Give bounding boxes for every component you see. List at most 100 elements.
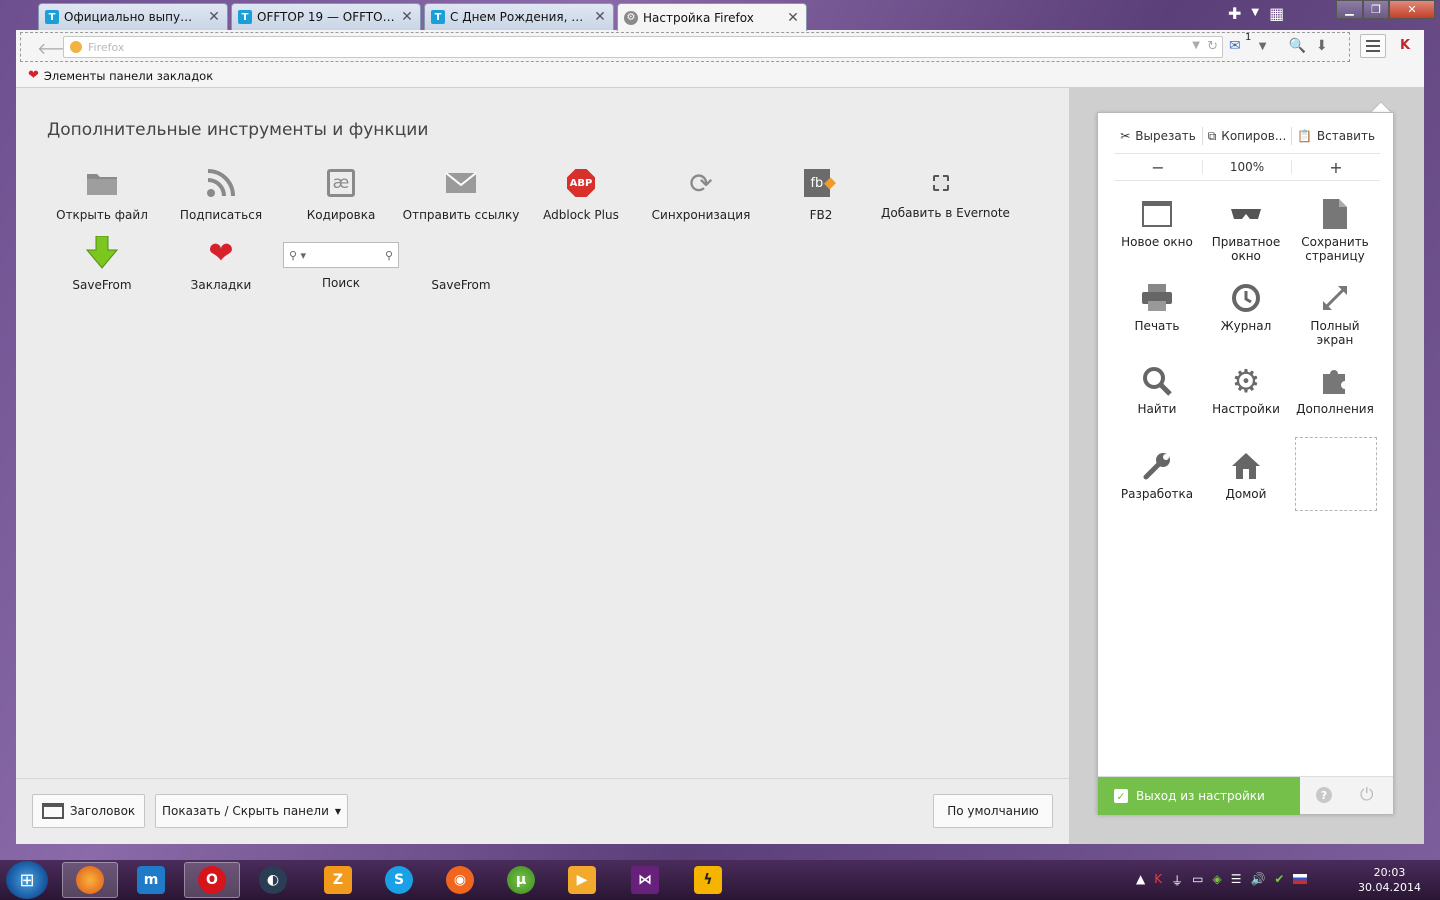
network-icon[interactable]: ▭ (1192, 872, 1203, 889)
kaspersky-icon[interactable]: K (1400, 38, 1410, 53)
save-page-button[interactable]: Сохранить страницу (1290, 197, 1380, 263)
taskbar-lightning[interactable]: ϟ (680, 862, 736, 898)
taskbar-visual-studio[interactable]: ⋈ (617, 862, 673, 898)
minimize-button[interactable]: ▁ (1336, 0, 1363, 19)
restore-defaults-button[interactable]: По умолчанию (933, 794, 1053, 828)
cut-button[interactable]: ✂ Вырезать (1114, 125, 1202, 147)
offtop-icon: T (431, 10, 445, 24)
close-icon[interactable]: ✕ (593, 9, 607, 25)
print-button[interactable]: Печать (1112, 281, 1202, 333)
customization-palette: Дополнительные инструменты и функции Отк… (16, 88, 1069, 778)
mail-icon[interactable]: ✉ 1 (1229, 32, 1251, 54)
window-icon (41, 803, 64, 819)
tab-groups-icon[interactable]: ▦ (1269, 4, 1284, 23)
close-icon[interactable]: ✕ (207, 9, 221, 25)
firefox-icon (70, 41, 82, 53)
menu-button[interactable] (1360, 34, 1386, 58)
new-tab-icon[interactable]: ✚ (1228, 4, 1241, 23)
chevron-down-icon[interactable]: ▼ (1259, 41, 1267, 52)
taskbar-skype[interactable]: S (371, 862, 427, 898)
show-hidden-icons-icon[interactable]: ▲ (1136, 872, 1145, 889)
url-bar[interactable]: Firefox ▼ ↻ (63, 36, 1223, 58)
close-icon[interactable]: ✕ (786, 10, 800, 26)
home-button[interactable]: Домой (1201, 449, 1291, 501)
start-button[interactable]: ⊞ (6, 861, 48, 899)
palette-item-email-link[interactable]: Отправить ссылку (401, 166, 521, 222)
clock[interactable]: 20:03 30.04.2014 (1358, 865, 1421, 895)
zoom-reset-button[interactable]: 100% (1202, 160, 1292, 174)
addons-button[interactable]: Дополнения (1290, 364, 1380, 416)
tab-1[interactable]: T Официально выпущен ... ✕ (38, 3, 228, 30)
palette-label: Отправить ссылку (402, 208, 520, 222)
system-tray: ▲ K ⏚ ▭ ◈ ☰ 🔊 ✔ (1136, 872, 1308, 889)
close-window-button[interactable]: ✕ (1389, 0, 1435, 19)
palette-label: Подписаться (179, 208, 263, 222)
taskbar-maxthon[interactable]: m (123, 862, 179, 898)
usb-icon[interactable]: ⏚ (1171, 872, 1183, 889)
tab-list-icon[interactable]: ▼ (1251, 7, 1259, 23)
taskbar-origin[interactable]: ◉ (432, 862, 488, 898)
rss-icon (204, 166, 238, 200)
palette-label: Кодировка (306, 208, 376, 222)
toolbars-button[interactable]: Показать / Скрыть панели ▼ (155, 794, 348, 828)
palette-item-savefrom[interactable]: SaveFrom (42, 236, 162, 292)
search-box: ⚲ ▾ ⚲ (283, 242, 399, 268)
tab-3[interactable]: T С Днем Рождения, Рост... ✕ (424, 3, 614, 30)
palette-item-evernote[interactable]: Добавить в Evernote (881, 166, 1010, 220)
title-bar-button[interactable]: Заголовок (32, 794, 145, 828)
private-window-button[interactable]: Приватное окно (1201, 197, 1291, 263)
taskbar-opera[interactable]: O (184, 862, 240, 898)
check-tray-icon[interactable]: ✔ (1274, 872, 1284, 889)
copy-label: Копиров... (1221, 129, 1287, 143)
wifi-icon[interactable]: ☰ (1231, 872, 1242, 889)
new-window-button[interactable]: Новое окно (1112, 197, 1202, 249)
customization-footer: Заголовок Показать / Скрыть панели ▼ По … (16, 778, 1069, 844)
maximize-button[interactable]: ❐ (1363, 0, 1389, 19)
taskbar-zona[interactable]: Z (310, 862, 366, 898)
chevron-down-icon: ▼ (334, 806, 342, 816)
title-bar-label: Заголовок (69, 804, 136, 818)
tab-title: Настройка Firefox (643, 10, 754, 25)
zoom-in-button[interactable]: + (1292, 158, 1380, 177)
reload-icon[interactable]: ↻ (1207, 39, 1218, 54)
palette-item-adblock[interactable]: ABP Adblock Plus (521, 166, 641, 222)
kaspersky-tray-icon[interactable]: K (1154, 872, 1162, 889)
palette-item-subscribe[interactable]: Подписаться (161, 166, 281, 222)
taskbar-media-player[interactable]: ▶ (554, 862, 610, 898)
palette-item-fb2[interactable]: fb FB2 (761, 166, 881, 222)
security-icon[interactable]: ◈ (1212, 872, 1221, 889)
help-icon[interactable]: ? (1316, 787, 1332, 803)
power-icon[interactable]: ⏻ (1360, 785, 1373, 805)
volume-icon[interactable]: 🔊 (1250, 872, 1265, 889)
find-button[interactable]: Найти (1112, 364, 1202, 416)
palette-item-bookmarks[interactable]: ❤ Закладки (161, 236, 281, 293)
exit-customize-button[interactable]: ✓ Выход из настройки (1098, 777, 1300, 815)
adblock-icon: ABP (564, 166, 598, 200)
developer-button[interactable]: Разработка (1112, 449, 1202, 501)
palette-label: SaveFrom (431, 278, 491, 292)
history-button[interactable]: Журнал (1201, 281, 1291, 333)
palette-item-savefrom-2[interactable]: SaveFrom (401, 236, 521, 292)
tab-2[interactable]: T OFFTOP 19 — OFFTOP —... ✕ (231, 3, 421, 30)
taskbar-utorrent[interactable]: µ (493, 862, 549, 898)
close-icon[interactable]: ✕ (400, 9, 414, 25)
search-icon[interactable]: 🔍 (1288, 38, 1305, 54)
taskbar-steam[interactable]: ◐ (245, 862, 301, 898)
tab-title: Официально выпущен ... (64, 10, 203, 24)
preferences-button[interactable]: ⚙ Настройки (1201, 362, 1291, 416)
taskbar-firefox[interactable] (62, 862, 118, 898)
bookmarks-toolbar-items[interactable]: Элементы панели закладок (44, 69, 213, 83)
chevron-down-icon[interactable]: ▼ (1192, 40, 1200, 51)
tab-customize[interactable]: ⚙ Настройка Firefox ✕ (617, 3, 807, 31)
palette-item-encoding[interactable]: æ Кодировка (281, 166, 401, 222)
copy-button[interactable]: ⧉ Копиров... (1203, 125, 1291, 147)
palette-item-open-file[interactable]: Открыть файл (42, 166, 162, 222)
zoom-out-button[interactable]: − (1114, 158, 1202, 177)
palette-item-search[interactable]: ⚲ ▾ ⚲ Поиск (281, 236, 401, 290)
download-icon[interactable]: ⬇ (1316, 38, 1328, 54)
fullscreen-button[interactable]: Полный экран (1290, 281, 1380, 347)
palette-item-sync[interactable]: ⟳ Синхронизация (641, 166, 761, 223)
bookmarks-toolbar: ❤ Элементы панели закладок (16, 64, 1424, 88)
paste-button[interactable]: 📋 Вставить (1292, 125, 1380, 147)
language-flag-icon[interactable] (1293, 874, 1308, 884)
